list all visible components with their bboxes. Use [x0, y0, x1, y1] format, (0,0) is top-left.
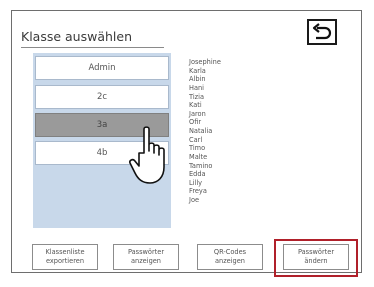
- student-name: Tamino: [189, 161, 213, 170]
- student-name: Freya: [189, 187, 207, 196]
- show-qr-codes-button[interactable]: QR-Codes anzeigen: [197, 244, 263, 270]
- show-qr-codes-label: QR-Codes anzeigen: [213, 248, 247, 265]
- show-passwords-button[interactable]: Passwörter anzeigen: [113, 244, 179, 270]
- student-name: Kati: [189, 101, 202, 110]
- student-name: Joe: [189, 196, 200, 204]
- student-name: Natalia: [189, 127, 213, 135]
- student-name: Edda: [189, 170, 206, 179]
- highlight-frame: [274, 239, 358, 277]
- student-name: Albin: [189, 75, 206, 84]
- student-name: Jaron: [189, 109, 206, 118]
- hand-pointer-icon: [129, 126, 165, 184]
- class-item-admin[interactable]: Admin: [35, 56, 169, 80]
- student-name: Hani: [189, 83, 205, 92]
- undo-arrow-icon: [312, 23, 332, 40]
- student-name: Ofir: [189, 118, 202, 127]
- show-passwords-label: Passwörter anzeigen: [127, 248, 165, 265]
- student-name: Josephine: [189, 58, 221, 66]
- export-class-list-label: Klassenliste exportieren: [45, 248, 85, 265]
- export-class-list-button[interactable]: Klassenliste exportieren: [32, 244, 98, 270]
- student-name: Carl: [189, 135, 203, 144]
- student-name-list: Josephine Karla Albin Hani Tizia Kati Ja…: [189, 58, 221, 205]
- student-name: Malte: [189, 152, 208, 161]
- student-name: Timo: [189, 144, 206, 153]
- back-button[interactable]: [307, 19, 337, 45]
- page-title: Klasse auswählen: [21, 29, 133, 44]
- class-item-2c[interactable]: 2c: [35, 85, 169, 109]
- student-name: Lilly: [189, 178, 203, 187]
- student-name: Tizia: [189, 92, 204, 101]
- student-name: Karla: [189, 66, 206, 75]
- title-underline: [21, 47, 164, 48]
